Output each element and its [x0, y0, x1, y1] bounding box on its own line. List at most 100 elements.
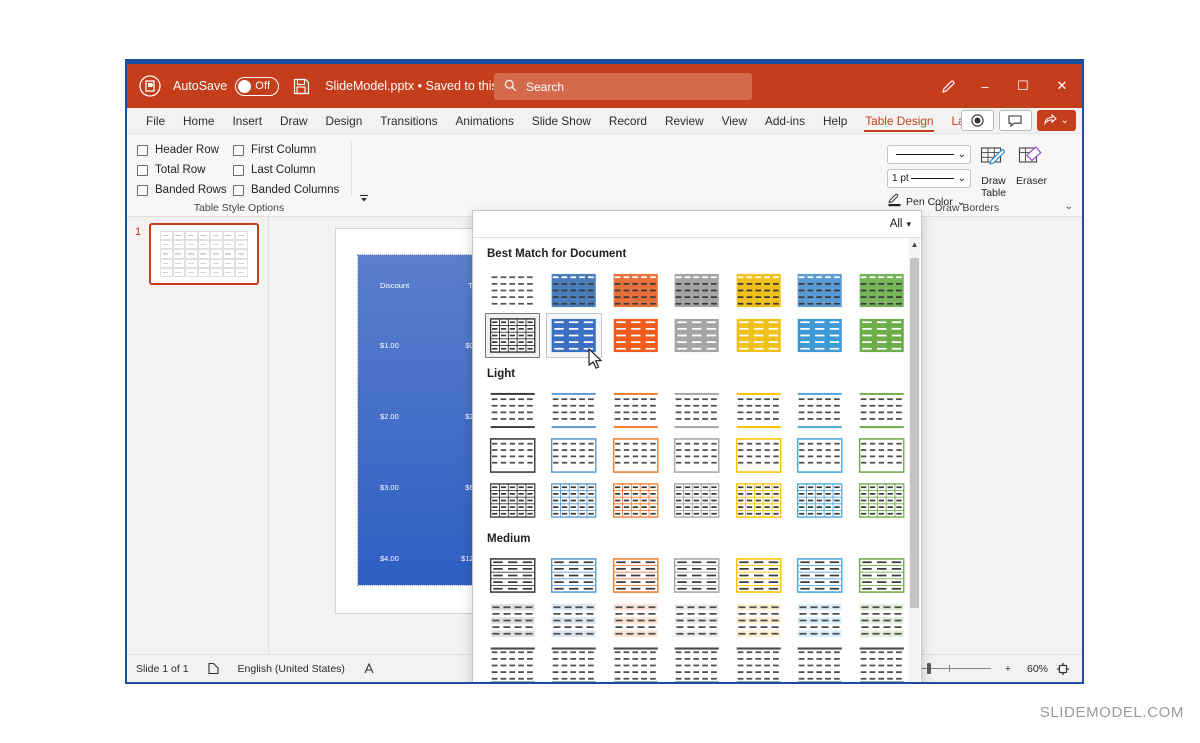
table-style-swatch[interactable]	[792, 478, 847, 523]
search-box[interactable]: Search	[494, 73, 752, 100]
table-style-swatch[interactable]	[669, 433, 724, 478]
table-style-swatch[interactable]	[731, 643, 786, 682]
border-weight-chevron-icon[interactable]: ⌄	[958, 173, 966, 184]
comments-button[interactable]	[998, 110, 1032, 131]
scroll-up-arrow-icon[interactable]: ▲	[909, 238, 920, 251]
border-weight-dropdown[interactable]: 1 pt ⌄	[887, 169, 971, 188]
table-style-swatch[interactable]	[608, 313, 663, 358]
table-style-swatch[interactable]	[669, 478, 724, 523]
table-style-swatch[interactable]	[608, 643, 663, 682]
tab-record[interactable]: Record	[600, 108, 656, 134]
close-button[interactable]: ✕	[1042, 64, 1082, 108]
zoom-slider-handle[interactable]	[926, 662, 931, 674]
table-style-swatch[interactable]	[792, 268, 847, 313]
table-style-swatch[interactable]	[669, 313, 724, 358]
share-chevron-icon[interactable]: ⌄	[1061, 115, 1069, 126]
table-style-swatch[interactable]	[854, 553, 909, 598]
tab-draw[interactable]: Draw	[271, 108, 317, 134]
tab-design[interactable]: Design	[317, 108, 372, 134]
gallery-more-arrow-icon[interactable]	[358, 194, 370, 206]
table-styles-dropdown[interactable]: All ▾ Best Match for Document Light Medium…	[472, 210, 922, 682]
filter-all-label[interactable]: All	[890, 218, 903, 230]
tab-add-ins[interactable]: Add-ins	[756, 108, 814, 134]
maximize-button[interactable]: ☐	[1004, 64, 1042, 108]
table-style-swatch[interactable]	[546, 433, 601, 478]
table-style-swatch[interactable]	[485, 268, 540, 313]
table-style-swatch[interactable]	[731, 313, 786, 358]
fit-to-window-icon[interactable]	[1050, 659, 1076, 679]
save-disk-icon[interactable]	[291, 76, 311, 96]
table-style-swatch[interactable]	[854, 598, 909, 643]
table-style-swatch[interactable]	[854, 313, 909, 358]
table-style-swatch[interactable]	[669, 388, 724, 433]
record-button[interactable]	[960, 110, 994, 131]
language-label[interactable]: English (United States)	[229, 663, 354, 675]
checkbox-header-row[interactable]: Header Row	[137, 144, 233, 156]
table-style-swatch[interactable]	[854, 433, 909, 478]
accessibility-icon[interactable]	[198, 662, 229, 675]
tab-animations[interactable]: Animations	[447, 108, 523, 134]
table-style-swatch[interactable]	[792, 313, 847, 358]
table-style-swatch[interactable]	[485, 598, 540, 643]
table-style-swatch[interactable]	[546, 598, 601, 643]
slide-counter[interactable]: Slide 1 of 1	[127, 663, 198, 675]
pen-ink-icon[interactable]	[930, 64, 966, 108]
table-style-swatch[interactable]	[854, 643, 909, 682]
table-style-swatch[interactable]	[608, 388, 663, 433]
tab-transitions[interactable]: Transitions	[371, 108, 446, 134]
table-style-swatch[interactable]	[485, 553, 540, 598]
table-style-swatch[interactable]	[792, 388, 847, 433]
table-style-swatch[interactable]	[485, 433, 540, 478]
table-style-swatch[interactable]	[731, 268, 786, 313]
table-style-swatch[interactable]	[854, 268, 909, 313]
tab-slide-show[interactable]: Slide Show	[523, 108, 600, 134]
checkbox-box[interactable]	[137, 164, 148, 176]
table-style-swatch[interactable]	[731, 553, 786, 598]
ribbon-collapse-icon[interactable]: ⌄	[1065, 201, 1073, 212]
draw-table-button[interactable]: Draw Table	[978, 145, 1009, 210]
table-style-swatch[interactable]	[854, 478, 909, 523]
table-style-swatch[interactable]	[731, 388, 786, 433]
checkbox-box[interactable]	[137, 144, 148, 156]
autosave-toggle[interactable]: Off	[235, 76, 280, 96]
table-style-swatch[interactable]	[669, 643, 724, 682]
table-style-swatch[interactable]	[854, 388, 909, 433]
checkbox-total-row[interactable]: Total Row	[137, 164, 233, 176]
slide-thumbnail-1[interactable]	[149, 223, 259, 285]
tab-insert[interactable]: Insert	[223, 108, 271, 134]
table-style-swatch[interactable]	[608, 478, 663, 523]
table-style-swatch[interactable]	[669, 553, 724, 598]
checkbox-box[interactable]	[233, 164, 244, 176]
tab-table-design[interactable]: Table Design	[856, 108, 942, 134]
table-style-swatch[interactable]	[546, 478, 601, 523]
table-style-swatch[interactable]	[608, 598, 663, 643]
minimize-button[interactable]: –	[966, 64, 1004, 108]
table-style-swatch[interactable]	[669, 268, 724, 313]
checkbox-box[interactable]	[233, 184, 244, 196]
table-style-swatch[interactable]	[731, 598, 786, 643]
table-style-swatch[interactable]	[546, 553, 601, 598]
table-style-swatch[interactable]	[792, 643, 847, 682]
scrollbar-thumb[interactable]	[910, 258, 919, 608]
zoom-in-button[interactable]: +	[1000, 663, 1016, 675]
table-style-swatch[interactable]	[546, 388, 601, 433]
table-style-swatch[interactable]	[731, 478, 786, 523]
table-style-swatch[interactable]	[485, 643, 540, 682]
table-style-swatch[interactable]	[669, 598, 724, 643]
checkbox-last-column[interactable]: Last Column	[233, 164, 345, 176]
tab-review[interactable]: Review	[656, 108, 713, 134]
eraser-button[interactable]: Eraser	[1016, 145, 1047, 210]
checkbox-banded-columns[interactable]: Banded Columns	[233, 184, 345, 196]
table-style-swatch[interactable]	[546, 268, 601, 313]
tab-file[interactable]: File	[137, 108, 174, 134]
border-style-dropdown[interactable]: ⌄	[887, 145, 971, 164]
share-button[interactable]: ⌄	[1036, 110, 1076, 131]
tab-home[interactable]: Home	[174, 108, 223, 134]
table-style-swatch[interactable]	[731, 433, 786, 478]
checkbox-first-column[interactable]: First Column	[233, 144, 345, 156]
table-style-swatch[interactable]	[485, 313, 541, 358]
checkbox-banded-rows[interactable]: Banded Rows	[137, 184, 233, 196]
table-style-swatch[interactable]	[608, 268, 663, 313]
spellcheck-icon[interactable]	[354, 662, 384, 675]
table-style-swatch[interactable]	[792, 598, 847, 643]
